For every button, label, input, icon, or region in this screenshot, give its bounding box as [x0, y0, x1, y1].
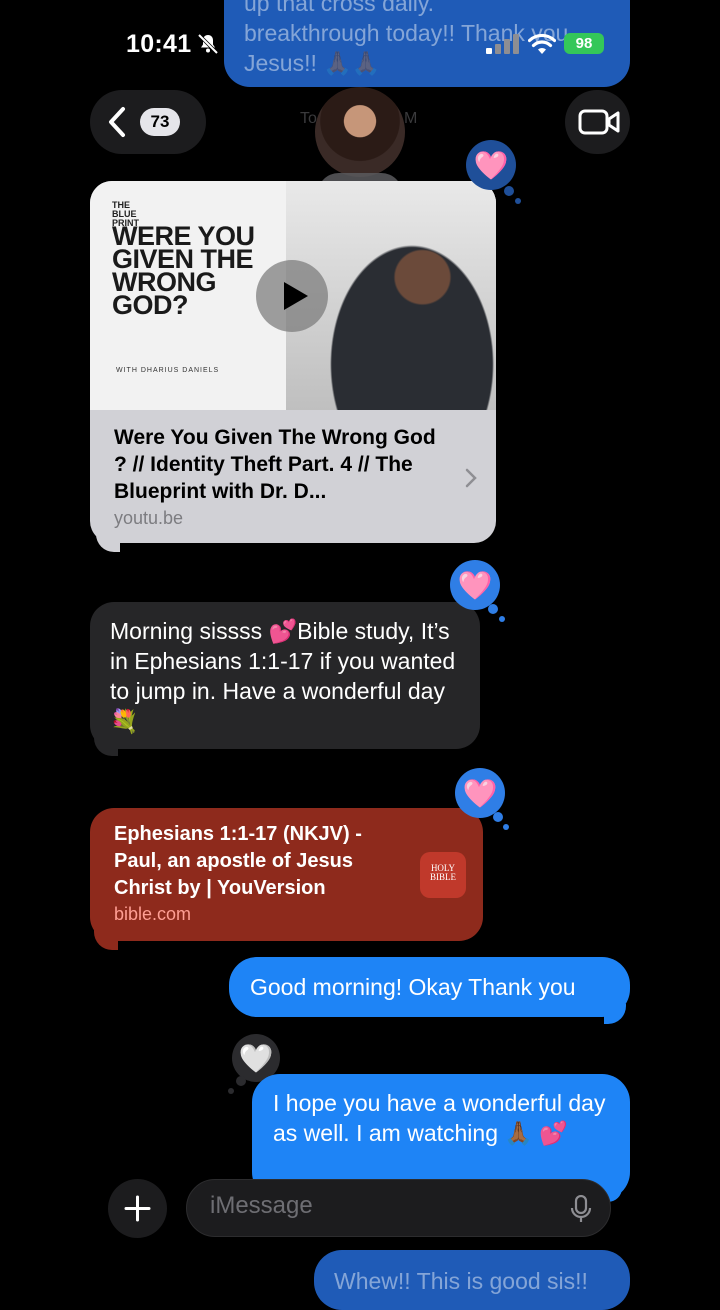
unread-count-badge: 73 [140, 108, 180, 136]
incoming-message[interactable]: Morning sissss 💕Bible study, It’s in Eph… [90, 602, 480, 749]
youtube-link-preview[interactable]: THE BLUE PRINT WERE YOU GIVEN THE WRONG … [90, 181, 496, 543]
reaction-bubble-dot [503, 824, 509, 830]
chevron-right-icon [465, 468, 477, 488]
bell-slash-icon [197, 33, 219, 55]
wifi-icon [528, 33, 556, 54]
outgoing-message[interactable]: Good morning! Okay Thank you [229, 957, 630, 1017]
thumbnail-subtitle: WITH DHARIUS DANIELS [116, 367, 220, 374]
bubble-tail [94, 930, 118, 950]
message-input-placeholder: iMessage [210, 1192, 313, 1219]
signal-icon [486, 34, 519, 54]
reaction-bubble-dot [488, 604, 498, 614]
reaction-bubble-dot [504, 186, 514, 196]
video-camera-icon [578, 109, 620, 135]
video-thumbnail: THE BLUE PRINT WERE YOU GIVEN THE WRONG … [90, 181, 496, 410]
apps-plus-button[interactable] [108, 1179, 167, 1238]
bubble-tail [96, 532, 120, 552]
battery-icon: 98 [564, 33, 604, 54]
plus-icon [124, 1195, 151, 1222]
reaction-bubble-dot [515, 198, 521, 204]
bible-icon-label: HOLY BIBLE [430, 863, 456, 882]
status-time: 10:41 [126, 30, 192, 58]
link-domain: youtu.be [114, 508, 184, 528]
heart-reaction[interactable]: 🩷 [466, 140, 516, 190]
microphone-icon[interactable] [570, 1195, 592, 1223]
partial-outgoing-message[interactable]: Whew!! This is good sis!! [314, 1250, 630, 1310]
bubble-tail [604, 1004, 626, 1024]
chevron-left-icon [109, 107, 125, 137]
contact-avatar[interactable] [315, 87, 405, 177]
reaction-bubble-dot [236, 1076, 246, 1086]
play-icon[interactable] [256, 260, 328, 332]
bible-app-icon: HOLY BIBLE [420, 852, 466, 898]
bubble-tail [94, 736, 118, 756]
bible-link-preview[interactable]: Ephesians 1:1-17 (NKJV) - Paul, an apost… [90, 808, 483, 941]
reaction-bubble-dot [499, 616, 505, 622]
link-title: Ephesians 1:1-17 (NKJV) - Paul, an apost… [114, 823, 362, 899]
link-title: Were You Given The Wrong God ? // Identi… [114, 426, 436, 503]
reaction-bubble-dot [493, 812, 503, 822]
heart-reaction[interactable]: 🩷 [450, 560, 500, 610]
heart-reaction[interactable]: 🩷 [455, 768, 505, 818]
faded-header-text: M [404, 110, 418, 127]
faded-header-text: To [300, 110, 317, 127]
partial-message-line: up that cross daily. [244, 0, 435, 16]
link-domain: bible.com [114, 904, 192, 924]
reaction-bubble-dot [228, 1088, 234, 1094]
